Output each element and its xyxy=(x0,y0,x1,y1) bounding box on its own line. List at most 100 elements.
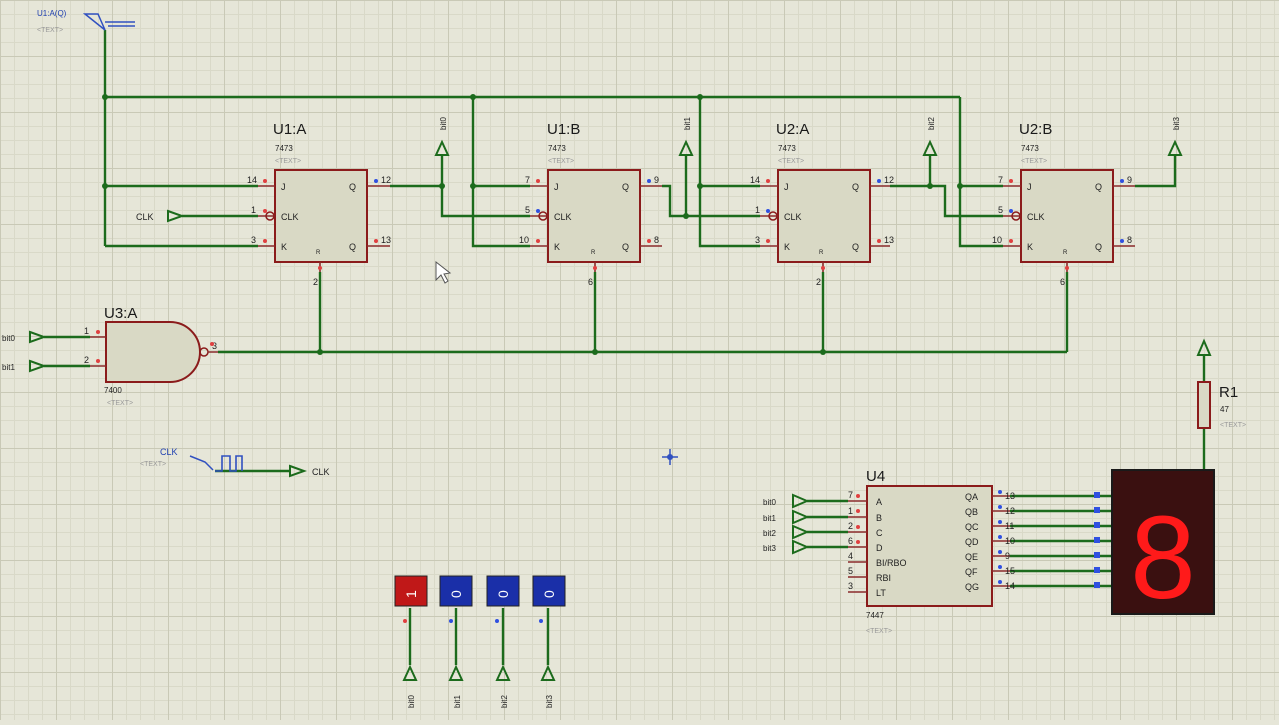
pin-number: 2 xyxy=(84,355,89,365)
pin-label: QA xyxy=(965,492,978,502)
probe-text: <TEXT> xyxy=(37,27,63,34)
decoder-u4[interactable]: U4 7447 <TEXT> A B C D BI/RBO RBI LT 7 1… xyxy=(848,468,1015,635)
pin-number: 8 xyxy=(1127,235,1132,245)
terminal-label: bit3 xyxy=(1172,117,1181,130)
nand-input-terminals: bit0 bit1 xyxy=(2,330,47,373)
pin-number: 14 xyxy=(750,175,760,185)
pin-number: 5 xyxy=(998,205,1003,215)
clock-generator[interactable]: CLK <TEXT> CLK xyxy=(140,447,330,478)
chip-name: U1:A xyxy=(273,121,306,138)
pin-j-label: J xyxy=(554,182,559,192)
pin-number: 1 xyxy=(251,205,256,215)
pin-number: 3 xyxy=(251,235,256,245)
terminal-label: bit1 xyxy=(763,514,776,523)
clk-input-terminal[interactable]: CLK xyxy=(136,209,185,223)
pin-label: QC xyxy=(965,522,979,532)
pin-number: 7 xyxy=(998,175,1003,185)
pin-k-label: K xyxy=(784,242,790,252)
seven-segment-display[interactable]: 8 xyxy=(1094,469,1215,624)
pin-label: LT xyxy=(876,588,886,598)
logic-state-toggles: 1 bit0 0 bit1 0 bit2 0 bit3 xyxy=(394,575,566,708)
terminal-bit0[interactable]: bit0 xyxy=(434,117,450,156)
nand-gate-u3a[interactable]: U3:A 7400 <TEXT> 1 2 3 xyxy=(84,305,218,407)
pin-number: 9 xyxy=(654,175,659,185)
pin-number: 15 xyxy=(1005,566,1015,576)
pin-label: BI/RBO xyxy=(876,558,907,568)
pin-clk-label: CLK xyxy=(1027,212,1045,222)
pin-number: 6 xyxy=(1060,277,1065,287)
terminal-label: CLK xyxy=(136,212,154,222)
terminal-label: bit0 xyxy=(2,334,15,343)
flipflop-u1b[interactable]: U1:B 7473 <TEXT> J CLK K Q Q R 7 5 10 9 … xyxy=(519,121,662,287)
resistor-value: 47 xyxy=(1220,405,1229,414)
resistor-r1[interactable]: R1 47 <TEXT> xyxy=(1196,338,1246,429)
pin-clk-label: CLK xyxy=(554,212,572,222)
chip-part: 7473 xyxy=(778,144,796,153)
pin-number: 2 xyxy=(313,277,318,287)
terminal-bit2[interactable]: bit2 xyxy=(922,117,938,156)
pin-number: 14 xyxy=(247,175,257,185)
chip-part: 7473 xyxy=(275,144,293,153)
pin-number: 3 xyxy=(848,581,853,591)
voltage-probe[interactable]: U1:A(Q) <TEXT> xyxy=(37,9,135,34)
pin-number: 2 xyxy=(816,277,821,287)
chip-part: 7400 xyxy=(104,386,122,395)
chip-text: <TEXT> xyxy=(107,400,133,407)
terminal-bit1[interactable]: bit1 xyxy=(678,117,694,156)
pin-label: QG xyxy=(965,582,979,592)
display-digit: 8 xyxy=(1130,492,1196,624)
pin-clk-label: CLK xyxy=(784,212,802,222)
logic-value: 1 xyxy=(403,590,419,598)
pin-number: 6 xyxy=(588,277,593,287)
terminal-bit3[interactable]: bit3 xyxy=(1167,117,1183,156)
pin-number: 10 xyxy=(992,235,1002,245)
logic-value: 0 xyxy=(541,590,557,598)
pin-label: C xyxy=(876,528,883,538)
pin-number: 7 xyxy=(525,175,530,185)
pin-r-label: R xyxy=(591,250,596,256)
chip-name: U2:B xyxy=(1019,121,1052,138)
pin-number: 1 xyxy=(84,326,89,336)
pin-number: 12 xyxy=(884,175,894,185)
terminal-label: bit0 xyxy=(439,117,448,130)
pin-j-label: J xyxy=(1027,182,1032,192)
pin-number: 5 xyxy=(848,566,853,576)
pin-number: 10 xyxy=(1005,536,1015,546)
pin-qn-label: Q xyxy=(622,242,629,252)
schematic-canvas[interactable]: U1:A(Q) <TEXT> U1:A 7473 <TEXT> J CLK K … xyxy=(0,0,1279,720)
flipflop-u2a[interactable]: U2:A 7473 <TEXT> J CLK K Q Q R 14 1 3 12… xyxy=(750,121,894,287)
terminal-label: bit3 xyxy=(545,695,554,708)
pin-k-label: K xyxy=(281,242,287,252)
chip-part: 7473 xyxy=(548,144,566,153)
flipflop-u2b[interactable]: U2:B 7473 <TEXT> J CLK K Q Q R 7 5 10 9 … xyxy=(992,121,1135,287)
power-terminal-icon xyxy=(1196,338,1212,356)
pin-label: B xyxy=(876,513,882,523)
terminal-label: bit0 xyxy=(407,695,416,708)
pin-qn-label: Q xyxy=(852,242,859,252)
pin-number: 9 xyxy=(1127,175,1132,185)
pin-number: 1 xyxy=(848,506,853,516)
schematic-svg: U1:A(Q) <TEXT> U1:A 7473 <TEXT> J CLK K … xyxy=(2,9,1246,708)
terminal-label: bit2 xyxy=(927,117,936,130)
pin-number: 13 xyxy=(381,235,391,245)
pin-number: 5 xyxy=(525,205,530,215)
clock-label: CLK xyxy=(160,447,178,457)
terminal-label: bit3 xyxy=(763,544,776,553)
pin-label: D xyxy=(876,543,883,553)
resistor-text: <TEXT> xyxy=(1220,422,1246,429)
probe-label: U1:A(Q) xyxy=(37,9,67,18)
pin-q-label: Q xyxy=(1095,182,1102,192)
pin-r-label: R xyxy=(1063,250,1068,256)
pin-q-label: Q xyxy=(349,182,356,192)
chip-text: <TEXT> xyxy=(778,158,804,165)
chip-name: U1:B xyxy=(547,121,580,138)
chip-name: U2:A xyxy=(776,121,809,138)
terminal-label: CLK xyxy=(312,467,330,477)
pin-qn-label: Q xyxy=(349,242,356,252)
flipflop-u1a[interactable]: U1:A 7473 <TEXT> J CLK K Q Q R 14 1 3 12… xyxy=(247,121,391,287)
terminal-label: bit2 xyxy=(500,695,509,708)
clock-wave-icon xyxy=(215,455,243,472)
pin-label: A xyxy=(876,497,882,507)
logic-value: 0 xyxy=(448,590,464,598)
pin-number: 12 xyxy=(381,175,391,185)
